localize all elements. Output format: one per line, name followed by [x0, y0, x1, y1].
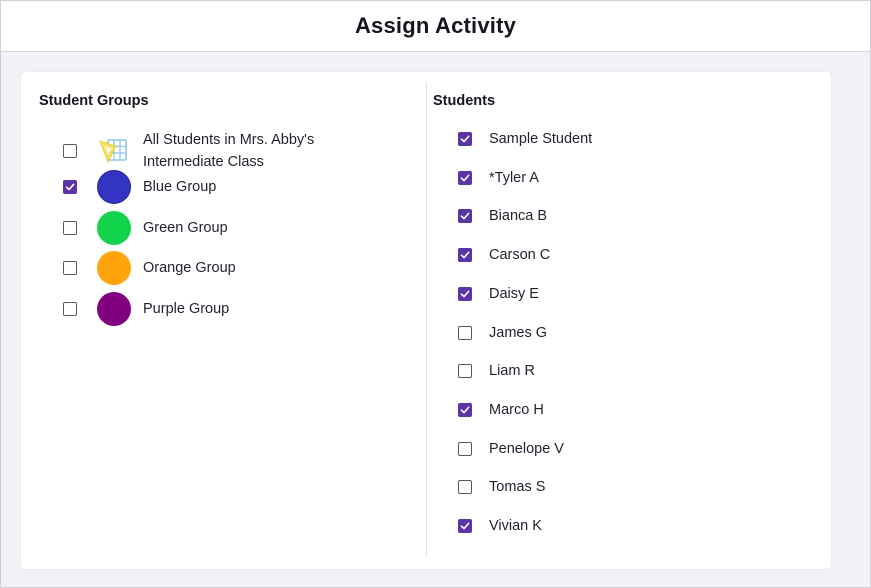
group-item-orange[interactable]: Orange Group: [63, 251, 236, 285]
green-group-color-icon: [97, 211, 131, 245]
student-checkbox[interactable]: [458, 364, 472, 378]
group-checkbox[interactable]: [63, 144, 77, 158]
student-checkbox[interactable]: [458, 171, 472, 185]
student-item[interactable]: Bianca B: [458, 205, 547, 227]
student-item[interactable]: Liam R: [458, 360, 535, 382]
group-item-all-students[interactable]: All Students in Mrs. Abby's Intermediate…: [63, 129, 343, 173]
student-item[interactable]: Vivian K: [458, 515, 542, 537]
group-item-purple[interactable]: Purple Group: [63, 292, 229, 326]
student-label: Carson C: [489, 244, 550, 266]
student-checkbox[interactable]: [458, 442, 472, 456]
group-label: Orange Group: [143, 257, 236, 279]
header-bar: Assign Activity: [1, 1, 870, 52]
calculator-ruler-icon: [97, 134, 131, 168]
group-label: All Students in Mrs. Abby's Intermediate…: [143, 129, 343, 173]
group-label: Purple Group: [143, 298, 229, 320]
student-label: James G: [489, 322, 547, 344]
student-item[interactable]: Tomas S: [458, 476, 545, 498]
student-checkbox[interactable]: [458, 287, 472, 301]
student-checkbox[interactable]: [458, 248, 472, 262]
student-item[interactable]: Penelope V: [458, 438, 564, 460]
student-label: Marco H: [489, 399, 544, 421]
purple-group-color-icon: [97, 292, 131, 326]
students-heading: Students: [433, 93, 495, 109]
student-item[interactable]: Carson C: [458, 244, 550, 266]
group-label: Blue Group: [143, 176, 216, 198]
assign-activity-window: Assign Activity Student Groups Students: [0, 0, 871, 588]
group-item-green[interactable]: Green Group: [63, 211, 228, 245]
student-label: Sample Student: [489, 128, 592, 150]
student-label: Penelope V: [489, 438, 564, 460]
student-checkbox[interactable]: [458, 480, 472, 494]
student-item[interactable]: Marco H: [458, 399, 544, 421]
student-item[interactable]: Daisy E: [458, 283, 539, 305]
group-checkbox[interactable]: [63, 302, 77, 316]
student-label: Liam R: [489, 360, 535, 382]
group-item-blue[interactable]: Blue Group: [63, 170, 216, 204]
student-checkbox[interactable]: [458, 326, 472, 340]
student-label: Bianca B: [489, 205, 547, 227]
student-item[interactable]: Sample Student: [458, 128, 592, 150]
column-divider: [426, 82, 427, 556]
student-checkbox[interactable]: [458, 403, 472, 417]
student-item[interactable]: *Tyler A: [458, 167, 539, 189]
student-label: Tomas S: [489, 476, 545, 498]
student-checkbox[interactable]: [458, 132, 472, 146]
page-title: Assign Activity: [355, 13, 516, 39]
student-checkbox[interactable]: [458, 209, 472, 223]
student-groups-heading: Student Groups: [39, 93, 149, 109]
student-label: Vivian K: [489, 515, 542, 537]
student-checkbox[interactable]: [458, 519, 472, 533]
assign-panel: Student Groups Students All Students in …: [21, 72, 831, 569]
blue-group-color-icon: [97, 170, 131, 204]
orange-group-color-icon: [97, 251, 131, 285]
group-label: Green Group: [143, 217, 228, 239]
group-checkbox[interactable]: [63, 221, 77, 235]
group-checkbox[interactable]: [63, 180, 77, 194]
group-checkbox[interactable]: [63, 261, 77, 275]
student-item[interactable]: James G: [458, 322, 547, 344]
student-label: *Tyler A: [489, 167, 539, 189]
student-label: Daisy E: [489, 283, 539, 305]
